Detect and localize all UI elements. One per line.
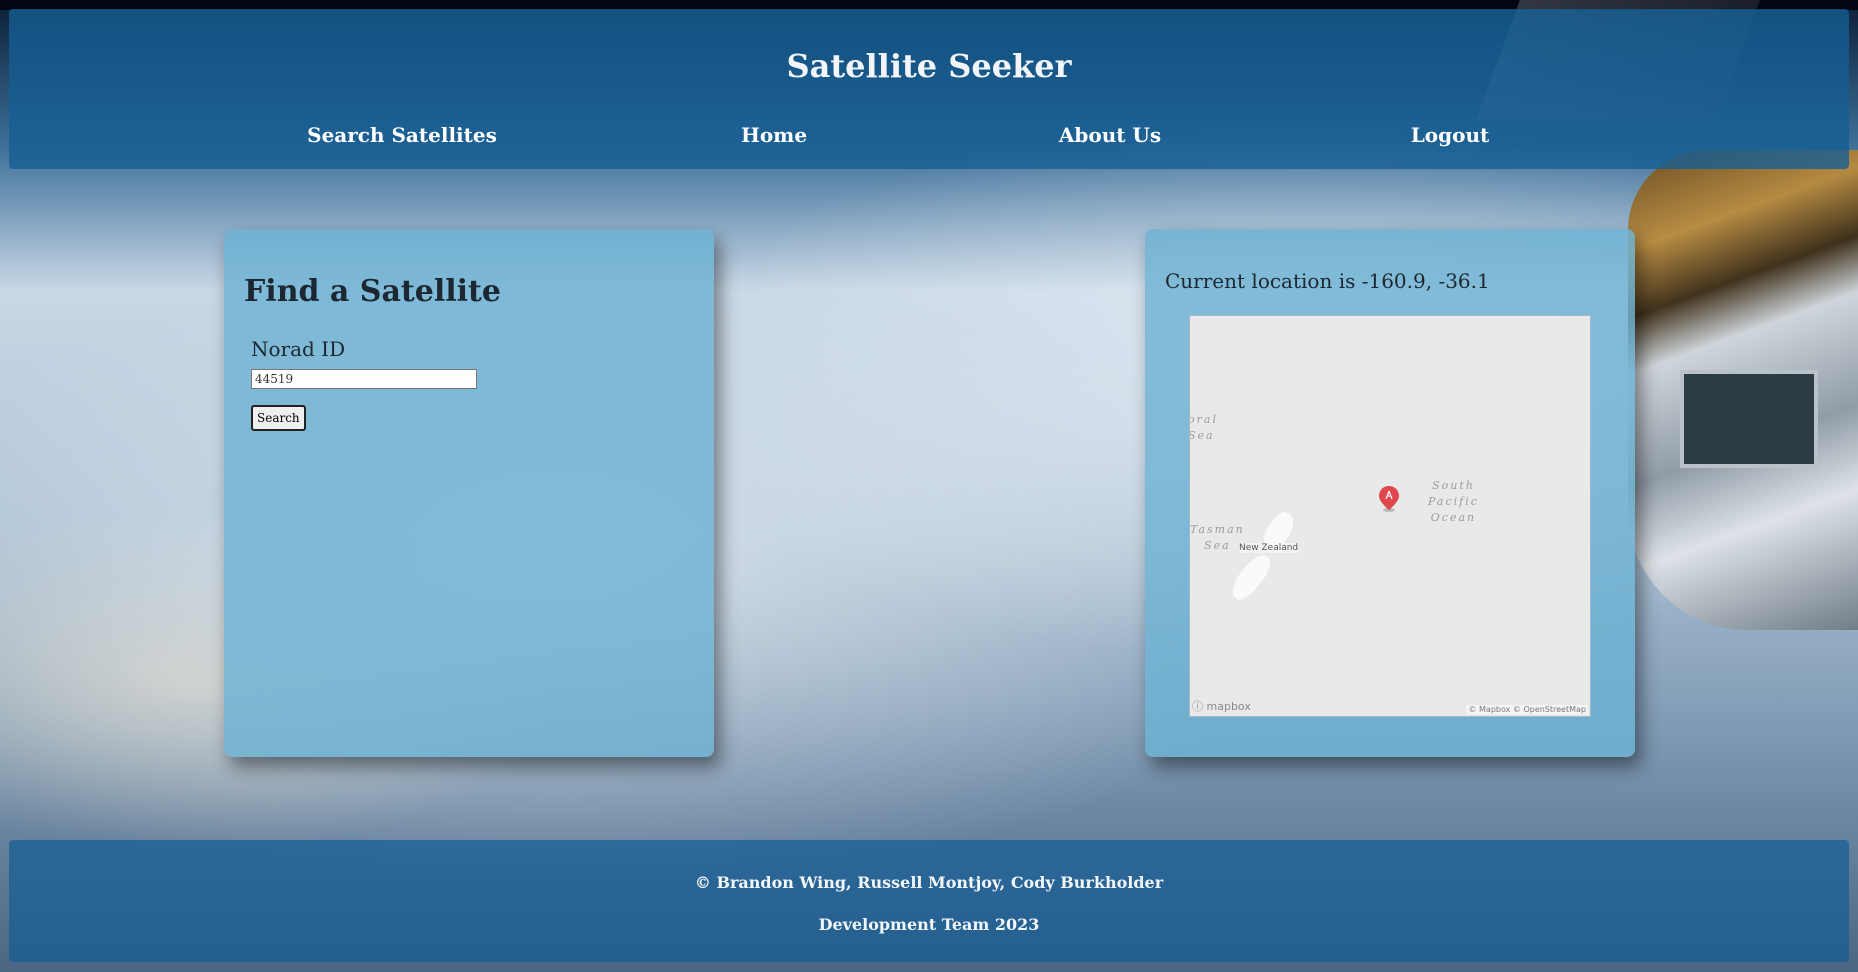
main-nav: Search Satellites Home About Us Logout bbox=[9, 123, 1849, 157]
location-card: Current location is -160.9, -36.1 oral S… bbox=[1145, 229, 1635, 757]
norad-id-input[interactable] bbox=[251, 369, 477, 389]
nav-home[interactable]: Home bbox=[741, 123, 807, 147]
nav-search-satellites[interactable]: Search Satellites bbox=[307, 123, 497, 147]
find-satellite-title: Find a Satellite bbox=[244, 274, 501, 309]
current-location-text: Current location is -160.9, -36.1 bbox=[1165, 269, 1490, 293]
map-label-tasman-sea: Tasman Sea bbox=[1190, 523, 1245, 552]
find-satellite-card: Find a Satellite Norad ID Search bbox=[224, 229, 714, 757]
mapbox-logo[interactable]: ⓘ mapbox bbox=[1192, 698, 1251, 714]
site-header: Satellite Seeker Search Satellites Home … bbox=[9, 9, 1849, 169]
marker-pin-icon[interactable] bbox=[1379, 486, 1399, 512]
nav-logout[interactable]: Logout bbox=[1411, 123, 1490, 147]
map-attribution[interactable]: © Mapbox © OpenStreetMap bbox=[1466, 705, 1588, 714]
footer-team: Development Team 2023 bbox=[818, 915, 1040, 934]
map-label-new-zealand: New Zealand bbox=[1239, 543, 1299, 553]
map-label-coral-sea: oral Sea bbox=[1189, 413, 1218, 442]
norad-id-label: Norad ID bbox=[251, 337, 346, 361]
search-button[interactable]: Search bbox=[251, 405, 306, 431]
nav-about-us[interactable]: About Us bbox=[1059, 123, 1161, 147]
station-panel-decoration bbox=[1680, 370, 1818, 468]
site-footer: © Brandon Wing, Russell Montjoy, Cody Bu… bbox=[9, 840, 1849, 962]
location-map[interactable]: oral Sea Tasman Sea New Zealand South Pa… bbox=[1189, 315, 1591, 717]
site-title: Satellite Seeker bbox=[786, 47, 1072, 85]
map-land-south-island bbox=[1225, 550, 1277, 604]
map-label-south-pacific: South Pacific Ocean bbox=[1428, 479, 1479, 524]
footer-credits: © Brandon Wing, Russell Montjoy, Cody Bu… bbox=[694, 873, 1164, 892]
